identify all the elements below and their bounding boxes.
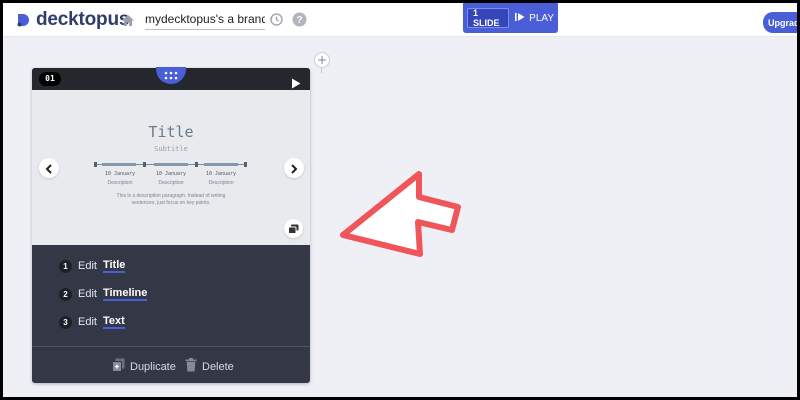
edit-item-prefix: Edit	[78, 288, 97, 300]
edit-item-target: Title	[102, 259, 126, 273]
slide-play-group: 1 SLIDE PLAY	[463, 3, 558, 33]
add-slide-button[interactable]: +	[314, 52, 330, 68]
timeline-segment	[102, 163, 136, 166]
edit-item-number: 3	[59, 315, 72, 329]
timeline-segment	[154, 163, 188, 166]
edit-item-prefix: Edit	[78, 260, 97, 272]
timeline-dot	[94, 162, 97, 167]
edit-item-number: 1	[59, 259, 72, 273]
logo[interactable]: decktopus	[15, 9, 129, 31]
svg-text:?: ?	[296, 15, 302, 26]
slide-title: Title	[148, 123, 194, 141]
timeline-dot	[195, 162, 198, 167]
change-layout-button[interactable]	[284, 219, 303, 238]
prev-layout-button[interactable]	[39, 158, 59, 178]
slide-paragraph: This is a description paragraph. Instead…	[116, 193, 226, 206]
decktopus-logo-icon	[15, 12, 31, 28]
play-button[interactable]: PLAY	[513, 12, 554, 25]
chevron-right-icon	[290, 159, 298, 178]
add-slide-connector	[321, 67, 322, 73]
trash-icon	[185, 358, 197, 375]
slide-number-badge: 01	[39, 72, 61, 86]
edit-item-prefix: Edit	[78, 316, 97, 328]
duplicate-label: Duplicate	[130, 360, 176, 373]
slide-subtitle: Subtitle	[154, 145, 188, 153]
edit-item-target: Text	[102, 315, 125, 329]
deck-name-input[interactable]: mydecktopus's a brand new	[145, 10, 265, 30]
help-icon[interactable]: ?	[292, 12, 307, 31]
slide-count-button[interactable]: 1 SLIDE	[467, 8, 510, 28]
logo-text: decktopus	[36, 9, 130, 30]
timeline-segment	[204, 163, 238, 166]
edit-item-title[interactable]: 1 Edit Title	[59, 259, 126, 273]
edit-item-target: Timeline	[102, 287, 148, 301]
history-icon[interactable]	[269, 12, 284, 31]
timeline-date: 10 January	[205, 171, 237, 177]
chevron-left-icon	[45, 159, 53, 178]
annotation-arrow	[335, 160, 465, 264]
timeline-dot	[244, 162, 247, 167]
next-layout-button[interactable]	[284, 158, 304, 178]
upgrade-button[interactable]: Upgrade	[763, 12, 800, 33]
play-icon	[515, 12, 525, 25]
timeline-description: Description	[208, 180, 234, 186]
top-bar: decktopus mydecktopus's a brand new ? 1 …	[3, 3, 800, 37]
duplicate-button[interactable]: Duplicate	[112, 358, 176, 375]
slide-preview[interactable]: Title Subtitle 10 January 10 January 10 …	[32, 90, 310, 245]
timeline-dot	[143, 162, 146, 167]
layouts-icon	[288, 219, 299, 238]
footer-divider	[32, 346, 310, 347]
delete-button[interactable]: Delete	[185, 358, 234, 375]
home-icon[interactable]	[121, 12, 135, 31]
edit-item-timeline[interactable]: 2 Edit Timeline	[59, 287, 148, 301]
edit-item-number: 2	[59, 287, 72, 301]
duplicate-icon	[112, 358, 125, 375]
slide-card: 01 Title Subtitle 10 January 10 January …	[32, 67, 310, 383]
edit-item-text[interactable]: 3 Edit Text	[59, 315, 125, 329]
play-label: PLAY	[529, 12, 554, 24]
delete-label: Delete	[202, 360, 234, 373]
